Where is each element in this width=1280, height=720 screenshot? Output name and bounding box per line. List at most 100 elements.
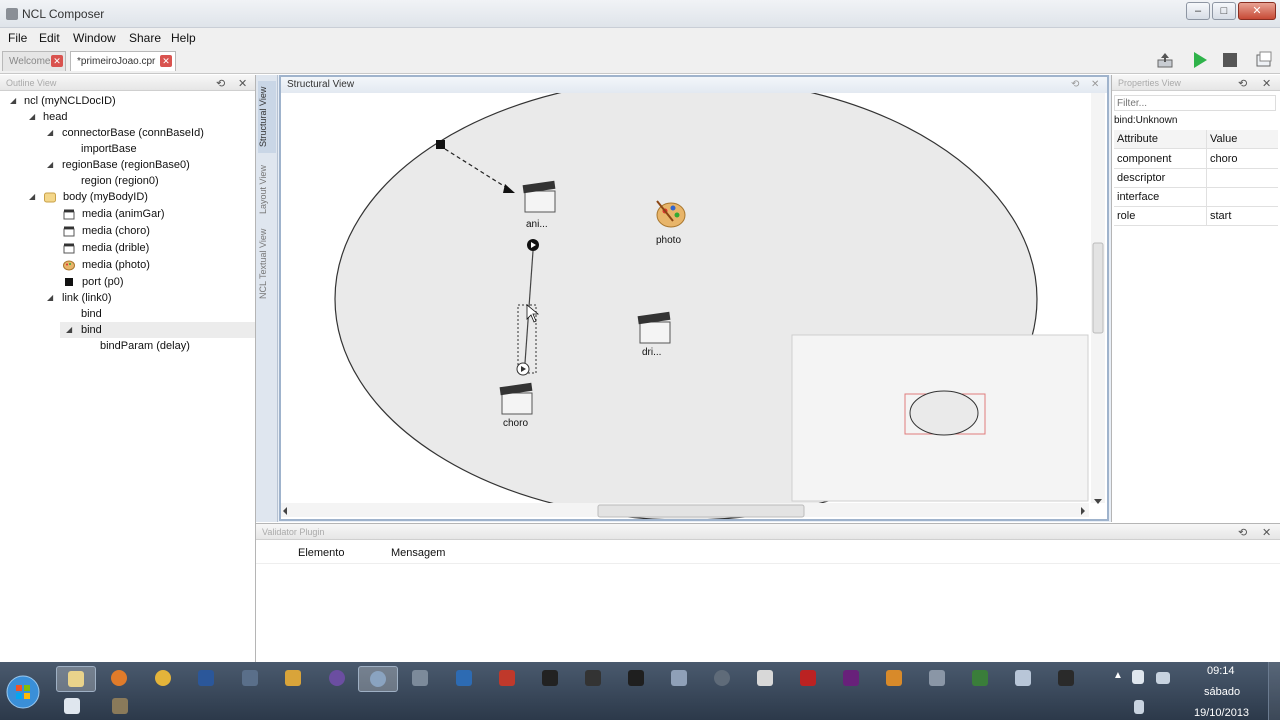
close-panel-icon[interactable]: ✕	[1262, 525, 1271, 541]
app-icon[interactable]	[64, 698, 80, 714]
signal-icon[interactable]	[1156, 672, 1170, 684]
app-icon[interactable]	[714, 670, 730, 686]
side-tab-layout[interactable]: Layout View	[258, 159, 276, 221]
media-node-drible[interactable]	[637, 311, 671, 344]
refresh-icon[interactable]: ⟲	[1238, 525, 1247, 541]
tree-item[interactable]: ◢ ncl (myNCLDocID)	[0, 93, 255, 109]
tree-item[interactable]: media (animGar)	[0, 206, 255, 222]
tree-item[interactable]: ◢ body (myBodyID)	[0, 189, 255, 205]
word-icon[interactable]	[198, 670, 214, 686]
close-tab-icon[interactable]: ✕	[160, 55, 172, 67]
expand-arrow-icon[interactable]: ◢	[29, 189, 35, 205]
app-icon[interactable]	[285, 670, 301, 686]
property-row[interactable]: interface	[1114, 188, 1278, 207]
app-icon[interactable]	[671, 670, 687, 686]
property-value[interactable]: choro	[1210, 150, 1238, 169]
menu-share[interactable]: Share	[129, 31, 161, 45]
refresh-icon[interactable]: ⟲	[216, 76, 225, 92]
horizontal-scroll-thumb[interactable]	[597, 504, 805, 518]
tree-item[interactable]: media (choro)	[0, 223, 255, 239]
chrome-icon[interactable]	[155, 670, 171, 686]
app-icon[interactable]	[585, 670, 601, 686]
taskbar-explorer[interactable]	[56, 666, 96, 692]
app-icon[interactable]	[972, 670, 988, 686]
close-panel-icon[interactable]: ✕	[238, 76, 247, 92]
port-p0[interactable]	[436, 140, 445, 149]
property-row[interactable]: component choro	[1114, 150, 1278, 169]
close-tab-icon[interactable]: ✕	[51, 55, 63, 67]
network-icon[interactable]	[1132, 670, 1144, 684]
start-orb-icon[interactable]	[6, 675, 40, 709]
visual-studio-icon[interactable]	[843, 670, 859, 686]
volume-icon[interactable]	[1134, 700, 1144, 714]
expand-arrow-icon[interactable]: ◢	[10, 93, 16, 109]
filter-input[interactable]	[1114, 95, 1276, 111]
tab-welcome[interactable]: Welcome ✕	[2, 51, 66, 71]
app-icon[interactable]	[329, 670, 345, 686]
close-panel-icon[interactable]: ✕	[1262, 76, 1271, 92]
expand-arrow-icon[interactable]: ◢	[47, 125, 53, 141]
close-window-button[interactable]: ✕	[1238, 2, 1276, 20]
tree-item[interactable]: region (region0)	[0, 173, 255, 189]
property-row[interactable]: descriptor	[1114, 169, 1278, 188]
tree-item[interactable]: ◢ regionBase (regionBase0)	[0, 157, 255, 173]
menu-file[interactable]: File	[8, 31, 27, 45]
tree-item-selected[interactable]: ◢ bind	[60, 322, 255, 338]
show-hidden-icons[interactable]: ▲	[1113, 670, 1123, 681]
maximize-button[interactable]: □	[1212, 2, 1236, 20]
taskbar-ncl-composer[interactable]	[358, 666, 398, 692]
app-icon[interactable]	[929, 670, 945, 686]
firefox-icon[interactable]	[111, 670, 127, 686]
tree-item[interactable]: bindParam (delay)	[0, 338, 255, 354]
tab-primeirojoao[interactable]: *primeiroJoao.cpr ✕	[70, 51, 176, 71]
filezilla-icon[interactable]	[800, 670, 816, 686]
app-icon[interactable]	[757, 670, 773, 686]
show-desktop-button[interactable]	[1268, 662, 1280, 720]
tree-item[interactable]: port (p0)	[0, 274, 255, 290]
app-icon[interactable]	[1058, 670, 1074, 686]
refresh-icon[interactable]: ⟲	[1071, 77, 1079, 93]
play-icon[interactable]	[1191, 51, 1209, 69]
expand-arrow-icon[interactable]: ◢	[47, 157, 53, 173]
property-value[interactable]: start	[1210, 207, 1231, 226]
flash-icon[interactable]	[499, 670, 515, 686]
expand-arrow-icon[interactable]: ◢	[47, 290, 53, 306]
expand-arrow-icon[interactable]: ◢	[29, 109, 35, 125]
app-icon[interactable]	[886, 670, 902, 686]
app-icon[interactable]	[542, 670, 558, 686]
app-icon[interactable]	[1015, 670, 1031, 686]
menu-edit[interactable]: Edit	[39, 31, 60, 45]
menu-window[interactable]: Window	[73, 31, 116, 45]
expand-arrow-icon[interactable]: ◢	[66, 322, 72, 338]
close-panel-icon[interactable]: ✕	[1091, 77, 1099, 93]
clock-time[interactable]: 09:14	[1207, 665, 1235, 677]
side-tab-textual[interactable]: NCL Textual View	[258, 225, 276, 303]
structural-canvas[interactable]: ani... photo dri... choro	[281, 93, 1107, 519]
tree-item[interactable]: media (photo)	[0, 257, 255, 273]
tree-item[interactable]: importBase	[0, 141, 255, 157]
app-icon[interactable]	[242, 670, 258, 686]
property-attribute: descriptor	[1117, 172, 1166, 184]
perspective-icon[interactable]	[1255, 51, 1273, 69]
vertical-scroll-thumb[interactable]	[1092, 242, 1104, 334]
tree-item[interactable]: ◢ head	[0, 109, 255, 125]
tree-item[interactable]: media (drible)	[0, 240, 255, 256]
tree-item[interactable]: ◢ connectorBase (connBaseId)	[0, 125, 255, 141]
tree-item[interactable]: bind	[0, 306, 255, 322]
side-tab-structural[interactable]: Structural View	[258, 81, 276, 153]
app-icon[interactable]	[112, 698, 128, 714]
column-mensagem[interactable]: Mensagem	[391, 547, 445, 559]
media-node-animgar[interactable]	[522, 180, 556, 213]
media-node-choro[interactable]	[499, 382, 533, 415]
column-elemento[interactable]: Elemento	[298, 547, 344, 559]
menu-help[interactable]: Help	[171, 31, 196, 45]
app-icon[interactable]	[412, 670, 428, 686]
refresh-icon[interactable]: ⟲	[1238, 76, 1247, 92]
publish-icon[interactable]	[1156, 51, 1174, 69]
stop-icon[interactable]	[1221, 51, 1239, 69]
property-row[interactable]: role start	[1114, 207, 1278, 226]
tree-item[interactable]: ◢ link (link0)	[0, 290, 255, 306]
photoshop-icon[interactable]	[456, 670, 472, 686]
app-icon[interactable]	[628, 670, 644, 686]
minimize-button[interactable]: –	[1186, 2, 1210, 20]
